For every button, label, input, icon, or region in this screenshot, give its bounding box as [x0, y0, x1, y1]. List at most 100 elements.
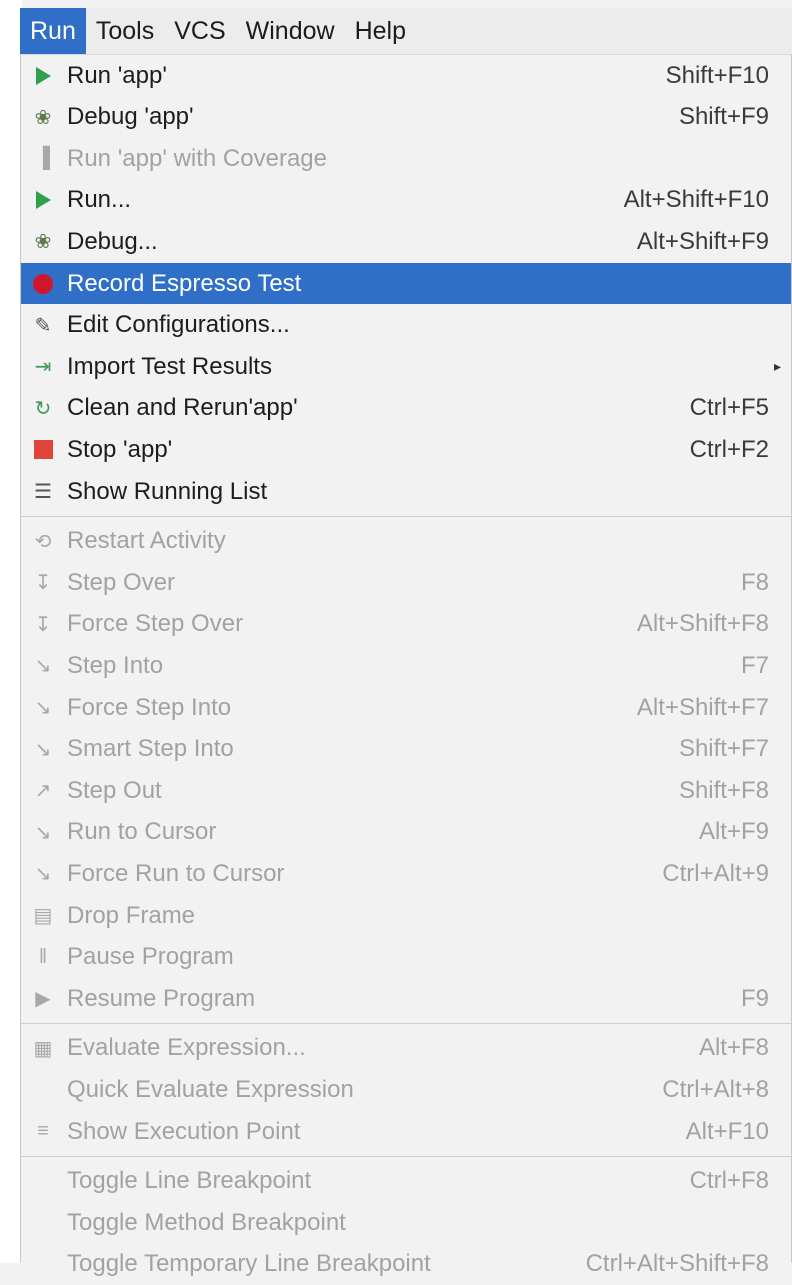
- force-run-to-cursor-icon: ↘: [34, 863, 52, 886]
- menu-item-shortcut: Alt+Shift+F10: [623, 186, 769, 214]
- menu-item-debug[interactable]: ❀ Debug... Alt+Shift+F9: [21, 221, 791, 262]
- menu-item-shortcut: F7: [740, 651, 769, 679]
- menu-item-shortcut: Alt+Shift+F7: [636, 693, 769, 721]
- menu-item-force-step-over[interactable]: ↧ Force Step Over Alt+Shift+F8: [21, 604, 791, 645]
- menu-tools[interactable]: Tools: [86, 8, 164, 54]
- menu-item-run[interactable]: Run... Alt+Shift+F10: [21, 180, 791, 221]
- menu-item-label: Step Over: [67, 568, 176, 596]
- step-into-icon: ↘: [34, 655, 52, 678]
- menu-item-label: Resume Program: [67, 984, 256, 1012]
- menu-item-label: Debug 'app': [67, 103, 194, 131]
- execution-point-icon: ≡: [37, 1120, 49, 1142]
- menu-item-label: Pause Program: [67, 943, 234, 971]
- debug-icon: ❀: [34, 106, 52, 129]
- menu-item-label: Evaluate Expression...: [67, 1034, 306, 1062]
- menu-item-label: Step Out: [67, 776, 162, 804]
- menu-item-toggle-temporary-line-breakpoint[interactable]: Toggle Temporary Line Breakpoint Ctrl+Alt…: [21, 1244, 791, 1285]
- menu-item-label: Clean and Rerun'app': [67, 394, 298, 422]
- menu-run[interactable]: Run: [20, 8, 86, 54]
- menu-item-run-app-with-coverage[interactable]: ▐ Run 'app' with Coverage: [21, 138, 791, 179]
- menu-item-label: Stop 'app': [67, 435, 173, 463]
- menu-item-pause-program[interactable]: ‖ Pause Program: [21, 937, 791, 978]
- menu-item-label: Toggle Temporary Line Breakpoint: [67, 1250, 431, 1278]
- menu-item-shortcut: Shift+F9: [678, 103, 769, 131]
- menu-item-edit-configurations[interactable]: ✎ Edit Configurations...: [21, 305, 791, 346]
- menu-item-label: Quick Evaluate Expression: [67, 1075, 354, 1103]
- menu-item-toggle-line-breakpoint[interactable]: Toggle Line Breakpoint Ctrl+F8: [21, 1161, 791, 1202]
- menu-item-shortcut: Alt+F9: [698, 818, 769, 846]
- menu-separator: [21, 1155, 791, 1157]
- import-icon: ⇥: [34, 356, 52, 379]
- menu-item-shortcut: Alt+F8: [698, 1034, 769, 1062]
- editor-background: [0, 0, 22, 1263]
- run-to-cursor-icon: ↘: [34, 821, 52, 844]
- step-out-icon: ↗: [34, 780, 52, 803]
- coverage-icon: ▐: [35, 147, 51, 170]
- menu-item-label: Force Run to Cursor: [67, 859, 285, 887]
- play-icon: [31, 188, 55, 212]
- menu-item-run-to-cursor[interactable]: ↘ Run to Cursor Alt+F9: [21, 812, 791, 853]
- menu-item-resume-program[interactable]: ▶ Resume Program F9: [21, 978, 791, 1019]
- menu-item-force-run-to-cursor[interactable]: ↘ Force Run to Cursor Ctrl+Alt+9: [21, 853, 791, 894]
- resume-icon: ▶: [35, 988, 51, 1011]
- menu-item-label: Show Running List: [67, 477, 268, 505]
- menu-item-step-over[interactable]: ↧ Step Over F8: [21, 562, 791, 603]
- stop-square-shape: [33, 440, 53, 460]
- menu-item-shortcut: Ctrl+F8: [689, 1167, 769, 1195]
- menu-item-label: Smart Step Into: [67, 735, 234, 763]
- menu-item-label: Debug...: [67, 227, 158, 255]
- menu-item-step-into[interactable]: ↘ Step Into F7: [21, 645, 791, 686]
- menu-item-label: Run to Cursor: [67, 818, 217, 846]
- menu-item-import-test-results[interactable]: ⇥ Import Test Results ▸: [21, 346, 791, 387]
- menu-item-shortcut: Alt+Shift+F8: [636, 610, 769, 638]
- run-dropdown-menu: Run 'app' Shift+F10 ❀ Debug 'app' Shift+F9 ▐ R…: [20, 55, 792, 1277]
- running-list-icon: ☰: [34, 481, 52, 503]
- menu-item-restart-activity[interactable]: ⟲ Restart Activity: [21, 521, 791, 562]
- menu-window[interactable]: Window: [236, 8, 345, 54]
- menu-item-label: Run 'app' with Coverage: [67, 144, 327, 172]
- menu-item-shortcut: Ctrl+Alt+8: [662, 1075, 769, 1103]
- step-over-icon: ↧: [34, 572, 52, 595]
- force-step-into-icon: ↘: [34, 697, 52, 719]
- menu-item-evaluate-expression[interactable]: ▦ Evaluate Expression... Alt+F8: [21, 1028, 791, 1069]
- menu-item-shortcut: Shift+F10: [665, 61, 769, 89]
- menu-item-label: Toggle Method Breakpoint: [67, 1208, 346, 1236]
- record-dot-shape: [33, 273, 53, 294]
- menu-item-smart-step-into[interactable]: ↘ Smart Step Into Shift+F7: [21, 729, 791, 770]
- menu-item-label: Import Test Results: [67, 352, 272, 380]
- menu-item-stop-app[interactable]: Stop 'app' Ctrl+F2: [21, 429, 791, 470]
- submenu-arrow-icon: ▸: [773, 358, 781, 375]
- menu-item-shortcut: F8: [740, 568, 769, 596]
- menu-item-quick-evaluate-expression[interactable]: Quick Evaluate Expression Ctrl+Alt+8: [21, 1069, 791, 1110]
- restart-icon: ⟲: [34, 530, 52, 553]
- clean-rerun-icon: ↻: [34, 397, 52, 420]
- menu-item-toggle-method-breakpoint[interactable]: Toggle Method Breakpoint: [21, 1202, 791, 1243]
- debug-icon: ❀: [34, 231, 52, 254]
- menu-item-shortcut: Alt+F10: [685, 1117, 769, 1145]
- menu-separator: [21, 515, 791, 517]
- menu-item-shortcut: Alt+Shift+F9: [636, 227, 769, 255]
- drop-frame-icon: ▤: [33, 905, 53, 927]
- menu-vcs[interactable]: VCS: [164, 8, 235, 54]
- menu-item-shortcut: Ctrl+Alt+Shift+F8: [585, 1250, 769, 1278]
- menu-item-label: Run...: [67, 186, 132, 214]
- play-triangle-shape: [35, 191, 51, 210]
- smart-step-into-icon: ↘: [34, 738, 52, 761]
- evaluate-icon: ▦: [33, 1037, 53, 1060]
- menu-item-shortcut: F9: [740, 984, 769, 1012]
- menu-item-clean-and-rerun-app[interactable]: ↻ Clean and Rerun'app' Ctrl+F5: [21, 388, 791, 429]
- menu-item-run-app[interactable]: Run 'app' Shift+F10: [21, 55, 791, 96]
- menu-item-label: Show Execution Point: [67, 1117, 301, 1145]
- menu-item-drop-frame[interactable]: ▤ Drop Frame: [21, 895, 791, 936]
- menu-item-label: Force Step Over: [67, 610, 244, 638]
- menu-item-record-espresso-test[interactable]: Record Espresso Test: [21, 263, 791, 304]
- menu-item-show-running-list[interactable]: ☰ Show Running List: [21, 471, 791, 512]
- menu-item-force-step-into[interactable]: ↘ Force Step Into Alt+Shift+F7: [21, 687, 791, 728]
- menu-item-debug-app[interactable]: ❀ Debug 'app' Shift+F9: [21, 97, 791, 138]
- menu-item-label: Edit Configurations...: [67, 311, 290, 339]
- menu-item-show-execution-point[interactable]: ≡ Show Execution Point Alt+F10: [21, 1111, 791, 1152]
- menu-item-label: Record Espresso Test: [67, 269, 302, 297]
- menu-item-step-out[interactable]: ↗ Step Out Shift+F8: [21, 770, 791, 811]
- menu-help[interactable]: Help: [345, 8, 416, 54]
- menu-item-shortcut: Ctrl+F2: [689, 435, 769, 463]
